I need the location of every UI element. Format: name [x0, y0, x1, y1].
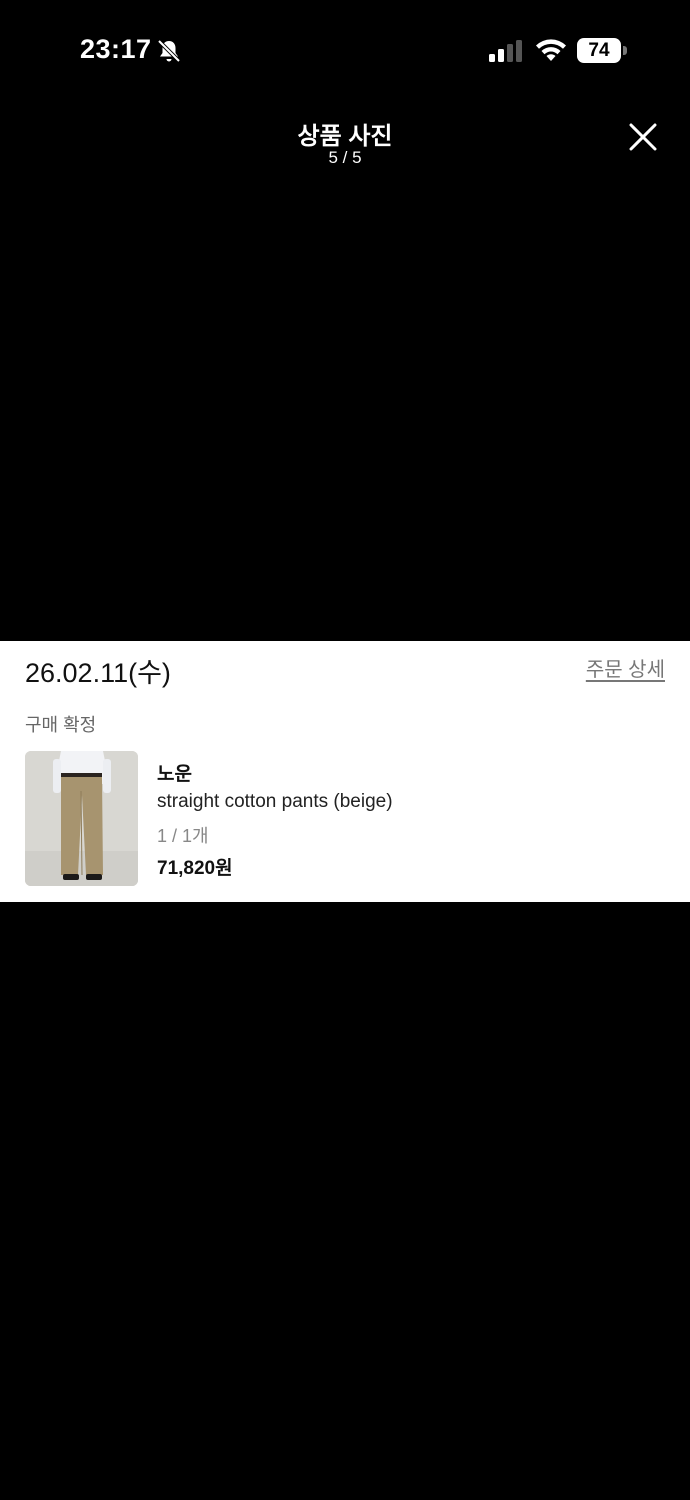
photo-viewer-screen: 23:17 74 상품 사진 5 / 5 26.02.11(수) 주문 상세 구…: [0, 0, 690, 1500]
bell-slash-icon: [157, 39, 181, 63]
order-date: 26.02.11(수): [25, 658, 171, 688]
product-thumbnail-image: [25, 751, 138, 886]
close-icon[interactable]: [626, 120, 660, 154]
battery-level: 74: [588, 40, 610, 61]
order-detail-link[interactable]: 주문 상세: [586, 653, 665, 682]
product-thumbnail: [25, 751, 138, 886]
cellular-signal-icon: [489, 40, 522, 62]
status-bar: 23:17 74: [0, 0, 690, 100]
product-price: 71,820원: [157, 858, 233, 879]
purchase-status: 구매 확정: [25, 715, 97, 735]
wifi-icon: [536, 39, 566, 61]
viewer-title: 상품 사진: [297, 123, 393, 150]
battery-icon: 74: [577, 38, 621, 63]
viewer-header: 상품 사진 5 / 5: [0, 110, 690, 180]
product-photo[interactable]: 26.02.11(수) 주문 상세 구매 확정 노운 straight cott…: [0, 641, 690, 902]
product-quantity: 1 / 1개: [157, 826, 209, 846]
battery-cap: [623, 46, 627, 55]
product-brand: 노운: [157, 764, 192, 785]
status-time: 23:17: [80, 34, 152, 64]
image-counter: 5 / 5: [328, 148, 362, 167]
product-name: straight cotton pants (beige): [157, 791, 393, 812]
